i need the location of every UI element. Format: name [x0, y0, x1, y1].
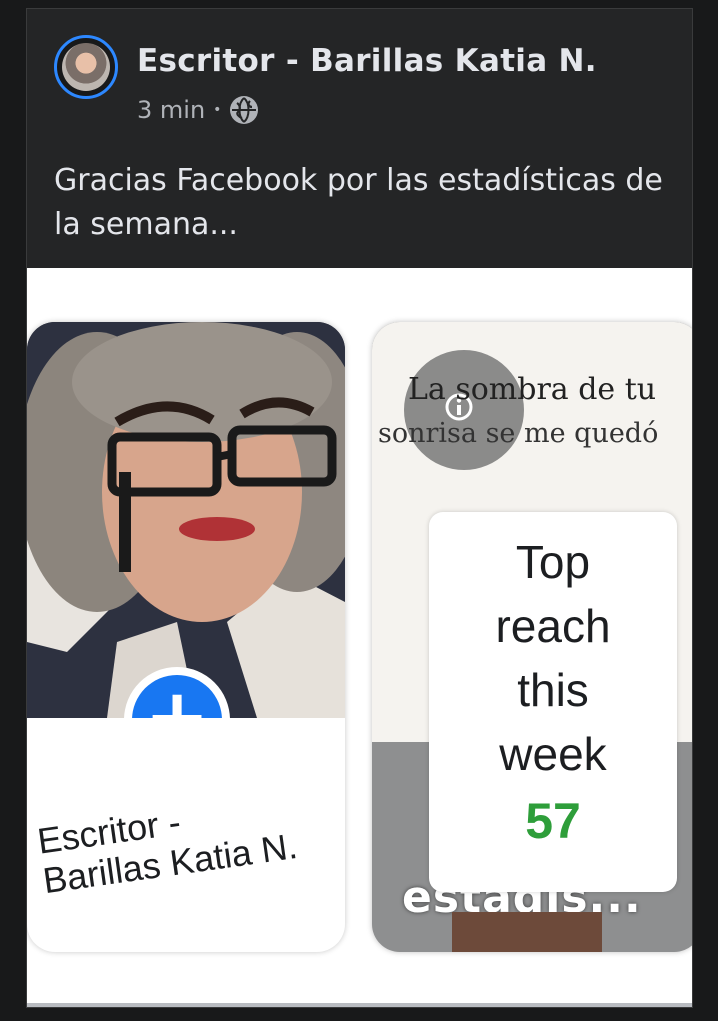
top-reach-line2: reach [495, 600, 611, 652]
shared-image[interactable]: + Escritor - Barillas Katia N. La sombra… [27, 268, 692, 1003]
reach-count: 57 [525, 793, 581, 849]
plus-icon: + [132, 675, 222, 718]
avatar-photo [62, 43, 110, 91]
post-caption: Gracias Facebook por las estadísticas de… [54, 163, 663, 242]
post-footer-divider [27, 1003, 692, 1007]
stats-card[interactable]: La sombra de tu sonrisa se me quedó esta… [372, 322, 692, 952]
top-reach-line1: Top [515, 536, 591, 588]
profile-card[interactable]: + Escritor - Barillas Katia N. [27, 322, 345, 952]
portrait-illustration [27, 322, 345, 718]
post-time[interactable]: 3 min [137, 96, 205, 124]
post-card: Escritor - Barillas Katia N. 3 min • Gra… [26, 8, 693, 1008]
globe-icon[interactable] [229, 95, 259, 125]
top-reach-line4: week [499, 728, 607, 780]
top-reach-box: Top reach this week 57 [429, 512, 677, 892]
post-meta: 3 min • [137, 95, 259, 125]
meta-separator: • [213, 102, 222, 118]
author-name[interactable]: Escritor - Barillas Katia N. [137, 43, 597, 79]
background-quote-1: La sombra de tu [408, 372, 657, 407]
background-quote-2: sonrisa se me quedó [378, 418, 659, 449]
top-reach-line3: this [517, 664, 589, 716]
profile-photo: + [27, 322, 345, 718]
page-name: Escritor - Barillas Katia N. [35, 780, 343, 901]
author-avatar[interactable] [54, 35, 118, 99]
book-logo [452, 912, 602, 952]
